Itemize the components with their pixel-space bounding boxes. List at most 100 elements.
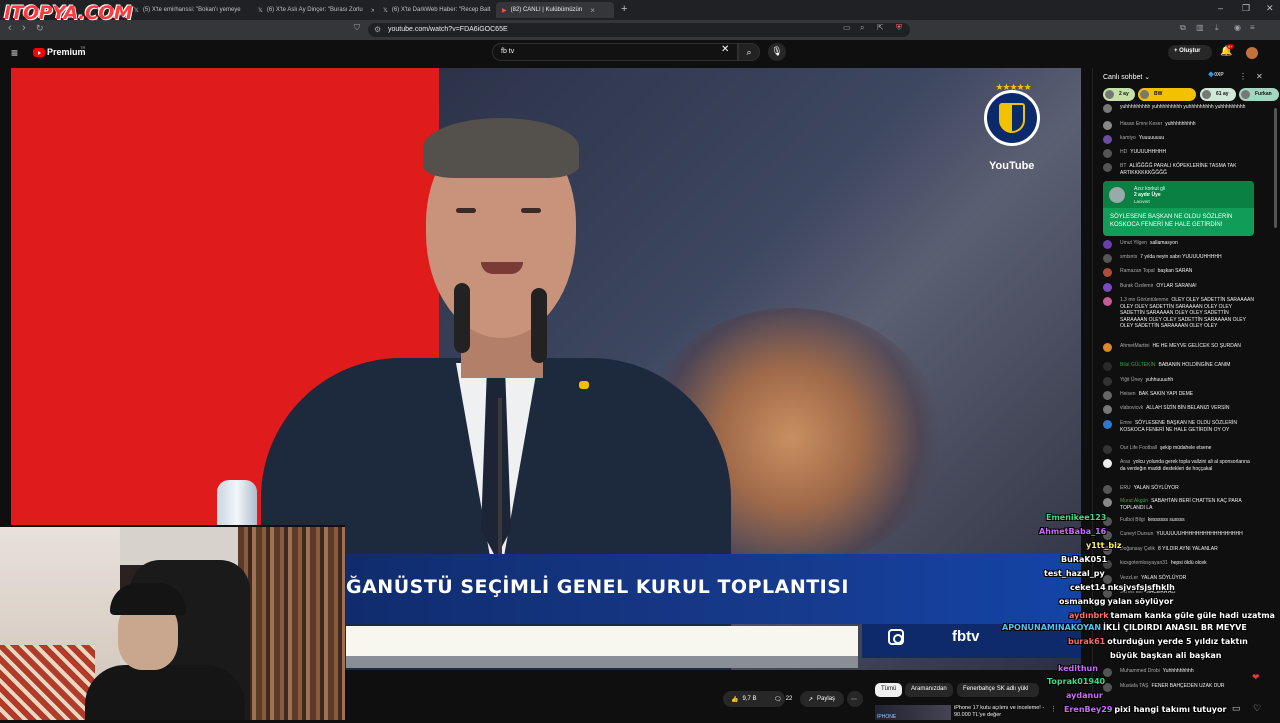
- search-input[interactable]: fb tv: [492, 43, 738, 61]
- chat-message[interactable]: Cuneyt Dursun YUUUUUUHHHHHHHHHHHHHHHHH: [1103, 531, 1255, 540]
- create-button[interactable]: + Oluştur: [1168, 45, 1212, 60]
- chat-message[interactable]: vlabovicvk ALLAH SİZİN BİN BELANIZI VERSİ…: [1103, 405, 1255, 414]
- chat-avatar[interactable]: [1103, 445, 1112, 454]
- chat-author[interactable]: Muhammed Drobi: [1120, 668, 1160, 674]
- chat-message[interactable]: kamiyo Yuuuuuuuu: [1103, 135, 1255, 144]
- chat-author[interactable]: Doğansay Çelik: [1120, 546, 1155, 552]
- chat-message[interactable]: Burak Özdemir OYLAR SARANA!: [1103, 283, 1255, 292]
- chat-author[interactable]: kicsgotemlosyayan31: [1120, 560, 1168, 566]
- ticker-item[interactable]: BW: [1138, 88, 1196, 101]
- clear-search-icon[interactable]: ✕: [721, 44, 729, 55]
- chat-message[interactable]: Mustafa TAŞ FENER BAHÇEDEN UZAK DUR: [1103, 683, 1255, 692]
- browser-tab-active[interactable]: ▶ (82) CANLI | Kulübümüzün ×: [496, 2, 614, 18]
- chat-author[interactable]: smtsnts: [1120, 254, 1137, 260]
- chip-channel-uploads[interactable]: Fenerbahçe SK adlı yükl: [957, 683, 1039, 697]
- chat-message[interactable]: HD YUUUUHHHHH: [1103, 149, 1255, 158]
- close-window-icon[interactable]: ✕: [1266, 3, 1274, 14]
- chat-author[interactable]: Bilal GÜLTEKİN: [1120, 362, 1155, 368]
- chat-avatar[interactable]: [1103, 104, 1112, 113]
- chat-author[interactable]: Ramazan Topal: [1120, 268, 1155, 274]
- maximize-icon[interactable]: ❐: [1242, 3, 1250, 14]
- chat-message[interactable]: Emre SÖYLESENE BAŞKAN NE OLDU SÖZLERİN KO…: [1103, 420, 1255, 433]
- chat-message[interactable]: Yiğit Üney yuhhuuuuhh: [1103, 377, 1255, 386]
- chat-message[interactable]: Aras yolcu yolunda gerek topla vallzini a…: [1103, 459, 1255, 472]
- chat-message[interactable]: kicsgotemlosyayan31 hepsi öldü olcek: [1103, 560, 1255, 569]
- voice-search-button[interactable]: 🎙: [768, 43, 786, 61]
- chat-toggle-icon[interactable]: ▭: [1232, 703, 1241, 714]
- chat-author[interactable]: ERU: [1120, 485, 1131, 491]
- chat-message[interactable]: Our Life Football şekip müdahele etsene: [1103, 445, 1255, 454]
- close-tab-icon[interactable]: ×: [590, 6, 595, 15]
- comments-button[interactable]: 🗨 22: [766, 691, 796, 707]
- chat-author[interactable]: Hasan Emre Keser: [1120, 121, 1162, 127]
- chat-message[interactable]: Hasan Emre Keser yuhhhhhhhhh: [1103, 121, 1255, 130]
- chip-from-search[interactable]: Aramanızdan: [905, 683, 953, 697]
- share-button[interactable]: ↗ Paylaş: [800, 691, 844, 707]
- address-bar[interactable]: ⚙ youtube.com/watch?v=FDA6iGOC65E: [368, 23, 910, 37]
- chat-author[interactable]: Yiğit Üney: [1120, 377, 1143, 383]
- chat-message[interactable]: Futbol Bilgi kessssss sussss: [1103, 517, 1255, 526]
- chat-message[interactable]: Doğansay Çelik 8 YILDIR AYNI YALANLAR: [1103, 546, 1255, 555]
- ticker-item[interactable]: Furkan: [1239, 88, 1279, 101]
- chat-avatar[interactable]: [1103, 362, 1112, 371]
- chat-avatar[interactable]: [1103, 240, 1112, 249]
- chat-message[interactable]: AhmetMartini HE HE MEYVE GELİCEK SO ŞURDA…: [1103, 343, 1255, 352]
- share-page-icon[interactable]: ⇱: [877, 23, 884, 32]
- chat-author[interactable]: BT: [1120, 163, 1126, 169]
- ticker-item[interactable]: 61 ay: [1200, 88, 1236, 101]
- zoom-icon[interactable]: ⌕: [860, 23, 864, 33]
- chat-avatar[interactable]: [1103, 343, 1112, 352]
- chat-author[interactable]: Mustafa TAŞ: [1120, 683, 1148, 689]
- chat-author[interactable]: Our Life Football: [1120, 445, 1157, 451]
- chat-message[interactable]: ERU YALAN SÖYLÜYOR: [1103, 485, 1255, 494]
- chip-all[interactable]: Tümü: [875, 683, 903, 697]
- chat-scrollbar[interactable]: [1274, 108, 1277, 228]
- close-chat-icon[interactable]: ✕: [1256, 72, 1263, 81]
- chat-avatar[interactable]: [1103, 121, 1112, 130]
- brave-shield-icon[interactable]: ⛨: [896, 23, 902, 33]
- reload-icon[interactable]: ↻: [36, 23, 44, 34]
- chat-avatar[interactable]: [1103, 420, 1112, 429]
- chat-message[interactable]: Muhammed Drobi Yuhhhhhhhhh: [1103, 668, 1255, 677]
- menu-dots-icon[interactable]: ≡: [1250, 23, 1255, 32]
- chat-message[interactable]: yuhhhhhhhhh yuhhhhhhhhh yuhhhhhhhhh yuhh…: [1103, 104, 1255, 113]
- chat-author[interactable]: Emre: [1120, 420, 1132, 426]
- chat-avatar[interactable]: [1103, 405, 1112, 414]
- chat-avatar[interactable]: [1103, 163, 1112, 172]
- chat-author[interactable]: Futbol Bilgi: [1120, 517, 1145, 523]
- recommended-video-title[interactable]: iPhone 17 kutu açılımı ve inceleme! - 90…: [954, 705, 1049, 719]
- chat-avatar[interactable]: [1103, 485, 1112, 494]
- chat-author[interactable]: Umut Yilgen: [1120, 240, 1147, 246]
- chat-author[interactable]: HD: [1120, 149, 1127, 155]
- chat-author[interactable]: Murat Akgün: [1120, 498, 1148, 504]
- chat-author[interactable]: Burak Özdemir: [1120, 283, 1153, 289]
- chat-message[interactable]: Umut Yilgen sallamasyon: [1103, 240, 1255, 249]
- site-info-icon[interactable]: ⚙: [374, 25, 381, 34]
- chat-avatar[interactable]: [1103, 268, 1112, 277]
- browser-tab[interactable]: 𝕏(6) X'te DarkWeb Haber: "Recep Balt×: [377, 2, 494, 18]
- chat-message[interactable]: Heisen BAK SAKIN YAPI DEME: [1103, 391, 1255, 400]
- close-tab-icon[interactable]: ×: [371, 6, 374, 15]
- chat-author[interactable]: Cuneyt Dursun: [1120, 531, 1153, 537]
- chat-avatar[interactable]: [1103, 149, 1112, 158]
- chat-avatar[interactable]: [1103, 254, 1112, 263]
- chat-message[interactable]: 1.3 mn Görüntülenme OLEY OLEY SADETTİN SA…: [1103, 297, 1255, 330]
- account-avatar[interactable]: [1246, 47, 1258, 59]
- chat-avatar[interactable]: [1103, 391, 1112, 400]
- chat-avatar[interactable]: [1103, 135, 1112, 144]
- youtube-logo-icon[interactable]: [33, 48, 45, 57]
- chat-author[interactable]: 1.3 mn Görüntülenme: [1120, 297, 1168, 303]
- browser-tab[interactable]: 𝕏 (6) X'te Aslı Ay Dinçer: "Burası Zorlu ×: [252, 2, 374, 18]
- minimize-icon[interactable]: –: [1218, 3, 1223, 13]
- chat-author[interactable]: VezzLer: [1120, 575, 1138, 581]
- browser-tab[interactable]: 𝕏(5) X'te emirhanssi: "Bokan'ı yemeye×: [128, 2, 248, 18]
- chat-more-icon[interactable]: ⋮: [1239, 72, 1247, 81]
- chat-avatar[interactable]: [1103, 668, 1112, 677]
- profile-icon[interactable]: ◉: [1234, 23, 1241, 32]
- ticker-item[interactable]: 2 ay: [1103, 88, 1135, 101]
- more-actions-button[interactable]: ⋯: [847, 691, 863, 707]
- chat-avatar[interactable]: [1103, 283, 1112, 292]
- chat-author[interactable]: vlabovicvk: [1120, 405, 1143, 411]
- hamburger-menu-icon[interactable]: ≡: [11, 46, 18, 60]
- cast-icon[interactable]: ▭: [843, 23, 851, 32]
